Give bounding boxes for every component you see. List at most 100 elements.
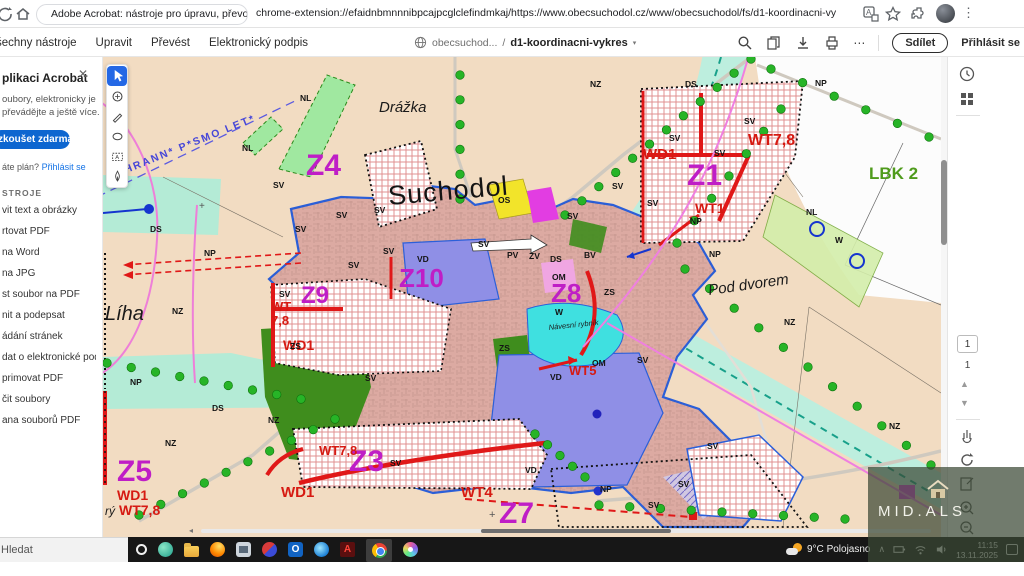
map-label: SV (678, 479, 690, 489)
translate-icon[interactable]: A (862, 5, 880, 23)
action-center-icon[interactable] (1006, 544, 1018, 555)
zoning-map[interactable]: Z4Z1Z10Z9Z8Z3Z7Z5WT7,8WD1WT1WT7,8WD1WT7,… (103, 57, 941, 537)
bookmark-star-icon[interactable] (884, 5, 902, 23)
more-options-icon[interactable]: ⋯ (853, 36, 865, 50)
extension-chip-label: Adobe Acrobat: nástroje pro úpravu, přev… (51, 8, 248, 20)
acrobat-sidebar: ✕ plikaci Acrobat oubory, elektronicky j… (0, 57, 103, 537)
map-label: NZ (172, 306, 183, 316)
pdf-viewer[interactable]: Z4Z1Z10Z9Z8Z3Z7Z5WT7,8WD1WT1WT7,8WD1WT7,… (103, 57, 941, 537)
try-free-button[interactable]: zkoušet zdarma (0, 130, 70, 149)
network-icon[interactable] (914, 543, 927, 556)
map-label: DS (685, 79, 697, 89)
taskbar-clock[interactable]: 11:15 13.11.2025 (956, 540, 998, 560)
map-label: NL (300, 93, 311, 103)
weather-temp: 9°C (807, 544, 824, 555)
next-page-icon[interactable]: ▼ (960, 398, 969, 408)
profile-avatar[interactable] (936, 4, 955, 23)
photos-app-icon[interactable] (403, 542, 418, 557)
extensions-puzzle-icon[interactable] (910, 5, 928, 23)
sidebar-tool-item[interactable]: rtovat PDF (2, 221, 96, 242)
extension-chip[interactable]: Adobe Acrobat: nástroje pro úpravu, přev… (36, 4, 248, 25)
volume-icon[interactable] (935, 543, 948, 556)
teams-app-icon[interactable] (262, 542, 277, 557)
sidebar-tool-item[interactable]: primovat PDF (2, 368, 96, 389)
sidebar-tool-item[interactable]: ádání stránek (2, 326, 96, 347)
menu-convert[interactable]: Převést (151, 37, 190, 49)
close-icon[interactable]: ✕ (78, 67, 88, 81)
outlook-icon[interactable]: O (288, 542, 303, 557)
tools-list: vit text a obrázkyrtovat PDFna Wordna JP… (2, 200, 96, 431)
highlight-tool-button[interactable] (107, 126, 127, 146)
horizontal-scroll-thumb[interactable] (481, 529, 671, 533)
map-label: NZ (784, 317, 795, 327)
signature-tool-button[interactable] (107, 166, 127, 186)
comment-tool-button[interactable] (107, 86, 127, 106)
text-box-tool-button[interactable]: A (107, 146, 127, 166)
divider (956, 115, 980, 116)
sign-in-link[interactable]: Přihlásit se (961, 37, 1020, 49)
map-label: SV (744, 116, 756, 126)
print-icon[interactable] (824, 35, 840, 51)
reload-icon[interactable] (0, 5, 14, 23)
map-label: Z9 (301, 282, 329, 309)
sidebar-tool-item[interactable]: dat o elektronické podpisy (2, 347, 96, 368)
sidebar-tool-item[interactable]: na JPG (2, 263, 96, 284)
zoom-out-icon[interactable] (958, 519, 976, 537)
sidebar-tool-item[interactable]: st soubor na PDF (2, 284, 96, 305)
tray-expand-icon[interactable]: ∧ (878, 544, 885, 555)
windows-search-box[interactable]: Hledat (0, 537, 128, 562)
browser-menu-icon[interactable]: ⋮ (962, 5, 975, 21)
zoom-in-icon[interactable] (958, 499, 976, 517)
menu-all-tools[interactable]: šechny nástroje (0, 37, 77, 49)
select-tool-button[interactable] (107, 66, 127, 86)
download-icon[interactable] (795, 35, 811, 51)
sidebar-tool-item[interactable]: ana souborů PDF (2, 410, 96, 431)
start-button-icon[interactable] (136, 544, 147, 555)
map-label: NL (242, 143, 253, 153)
previous-page-icon[interactable]: ▲ (960, 379, 969, 389)
search-icon[interactable] (737, 35, 753, 51)
promo-sign-in-link[interactable]: Přihlásit se (42, 162, 86, 172)
map-label: WD1 (117, 487, 148, 503)
store-app-icon[interactable] (236, 542, 251, 557)
horizontal-scrollbar[interactable]: ◂ (189, 528, 933, 534)
sidebar-tool-item[interactable]: nit a podepsat (2, 305, 96, 326)
sidebar-tool-item[interactable]: na Word (2, 242, 96, 263)
rotate-page-icon[interactable] (958, 451, 976, 469)
scroll-left-icon[interactable]: ◂ (189, 526, 193, 535)
map-label: VD (417, 254, 429, 264)
firefox-icon[interactable] (210, 542, 225, 557)
map-label: + (199, 201, 205, 212)
map-label: Drážka (379, 99, 427, 116)
divider (878, 35, 879, 51)
edge-icon[interactable] (314, 542, 329, 557)
file-explorer-icon[interactable] (184, 546, 199, 557)
sidebar-tool-item[interactable]: vit text a obrázky (2, 200, 96, 221)
map-label: WT1 (695, 200, 725, 216)
map-label: SV (273, 180, 285, 190)
page-number-input[interactable]: 1 (957, 335, 978, 353)
annotate-icon[interactable] (958, 475, 976, 493)
select-hand-icon[interactable] (958, 427, 976, 445)
menu-edit[interactable]: Upravit (96, 37, 132, 49)
system-tray: 9°C Polojasno ∧ 11:15 13.11.2025 (786, 537, 1018, 562)
acrobat-taskbar-icon[interactable]: A (340, 542, 355, 557)
sidebar-tool-item[interactable]: čit soubory (2, 389, 96, 410)
pencil-tool-button[interactable] (107, 106, 127, 126)
people-app-icon[interactable] (158, 542, 173, 557)
battery-icon[interactable] (893, 543, 906, 556)
map-label: WT7,8 (119, 502, 160, 518)
map-label: SV (669, 133, 681, 143)
map-label: PV (507, 250, 519, 260)
chrome-active-app[interactable] (366, 539, 392, 562)
map-label: NZ (165, 438, 176, 448)
url-text[interactable]: chrome-extension://efaidnbmnnnibpcajpcgl… (256, 7, 836, 19)
weather-widget[interactable]: 9°C Polojasno (786, 543, 871, 556)
pages-icon[interactable] (766, 35, 782, 51)
home-icon[interactable] (14, 5, 32, 23)
apps-grid-icon[interactable] (958, 90, 976, 108)
recent-files-icon[interactable] (958, 65, 976, 83)
document-breadcrumb[interactable]: obecsuchod... / d1-koordinacni-vykres ▾ (414, 28, 636, 57)
menu-esign[interactable]: Elektronický podpis (209, 37, 308, 49)
share-button[interactable]: Sdílet (892, 33, 948, 53)
